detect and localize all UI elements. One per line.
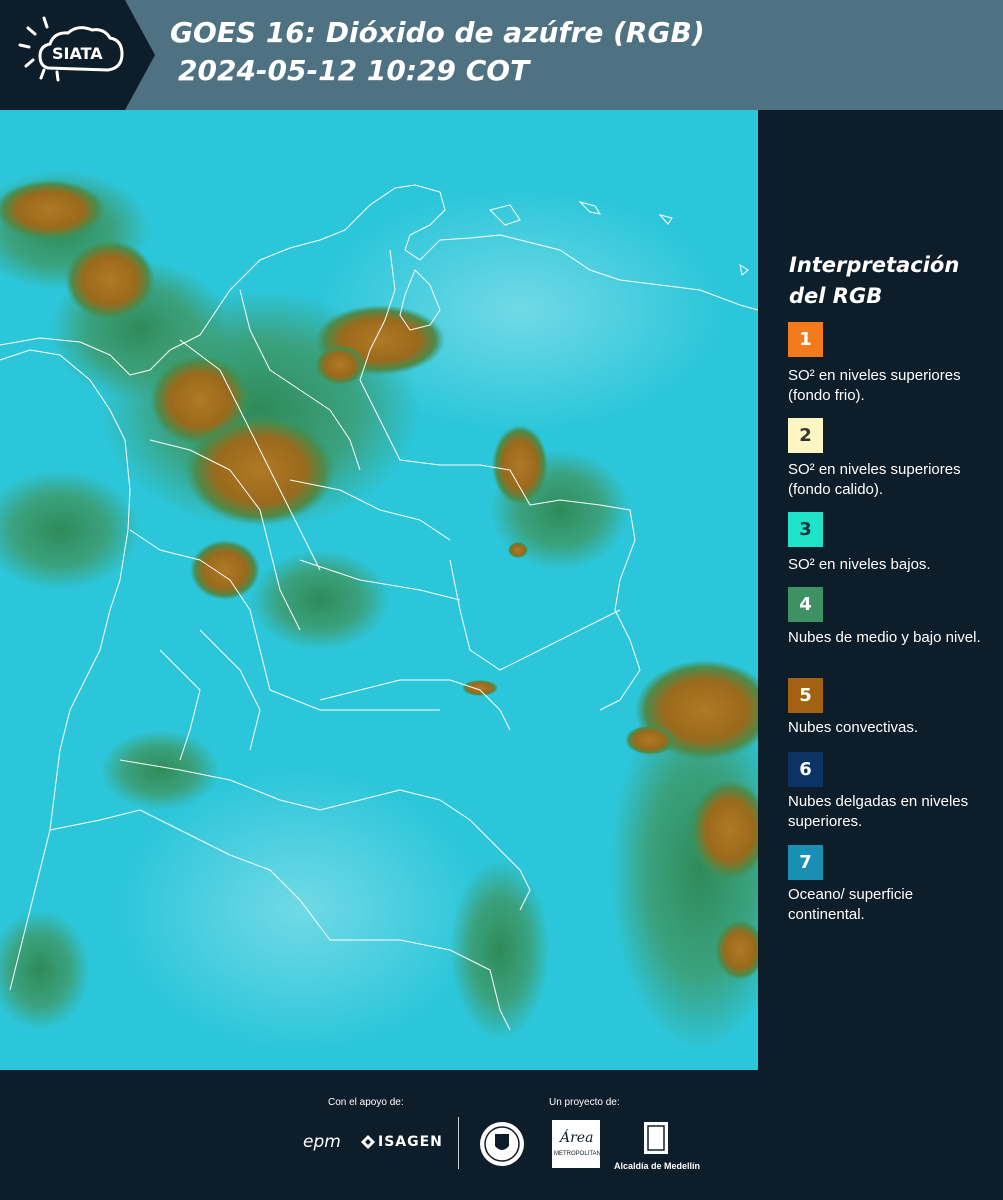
legend-label-5: Nubes convectivas. <box>788 719 919 736</box>
legend-label-6: Nubes delgadas en niveles superiores. <box>788 793 969 830</box>
cloud-convective <box>508 542 528 558</box>
cloud-convective <box>185 415 335 525</box>
page-title: GOES 16: Dióxido de azúfre (RGB) <box>170 16 705 49</box>
cloud-low <box>450 860 550 1040</box>
cloud-convective <box>625 725 675 755</box>
area-logo-text: Área <box>560 1130 594 1146</box>
project-label: Un proyecto de: <box>549 1097 620 1108</box>
alcaldia-shield-icon <box>642 1120 670 1163</box>
cloud-convective <box>315 345 365 385</box>
legend-label-3: SO² en niveles bajos. <box>788 556 931 573</box>
cloud-low <box>250 550 390 650</box>
cloud-convective <box>190 540 260 600</box>
siata-logo: SIATA <box>0 0 155 110</box>
legend-swatch-4: 4 <box>788 587 823 622</box>
legend-swatch-7: 7 <box>788 845 823 880</box>
header-bar: SIATA GOES 16: Dióxido de azúfre (RGB) 2… <box>0 0 1003 110</box>
epm-logo: epm <box>303 1132 341 1152</box>
legend-swatch-1: 1 <box>788 322 823 357</box>
timestamp: 2024-05-12 10:29 COT <box>178 54 530 87</box>
cloud-convective <box>0 180 105 240</box>
isagen-logo: ISAGEN <box>378 1134 443 1150</box>
legend-swatch-3: 3 <box>788 512 823 547</box>
legend-swatch-5: 5 <box>788 678 823 713</box>
footer-bar: Con el apoyo de: Un proyecto de: epm ISA… <box>0 1070 1003 1200</box>
cloud-convective <box>462 680 498 696</box>
isagen-icon <box>360 1134 376 1155</box>
legend-label-4: Nubes de medio y bajo nivel. <box>788 629 981 646</box>
legend-title-line2: del RGB <box>789 284 883 308</box>
area-logo-subtext: METROPOLITANA <box>554 1151 605 1157</box>
legend-swatch-6: 6 <box>788 752 823 787</box>
alcaldia-logo-text: Alcaldía de Medellín <box>614 1161 701 1171</box>
cloud-convective <box>65 240 155 320</box>
cloud-low <box>100 730 220 810</box>
logo-text: SIATA <box>52 44 103 63</box>
legend-title: Interpretación del RGB <box>789 250 989 312</box>
cloud-convective <box>492 425 548 505</box>
support-label: Con el apoyo de: <box>328 1097 404 1108</box>
legend-label-1: SO² en niveles superiores (fondo frio). <box>788 367 961 404</box>
legend-label-7: Oceano/ superficie continental. <box>788 886 914 923</box>
footer-divider <box>458 1117 459 1169</box>
legend-label-2: SO² en niveles superiores (fondo calido)… <box>788 461 961 498</box>
medellin-seal-icon <box>478 1120 526 1173</box>
legend-panel: Interpretación del RGB 1 SO² en niveles s… <box>758 110 1003 1070</box>
haze <box>120 770 480 1050</box>
satellite-map <box>0 110 758 1070</box>
legend-title-line1: Interpretación <box>789 253 960 277</box>
area-metropolitana-logo: Área METROPOLITANA <box>552 1120 605 1168</box>
legend-swatch-2: 2 <box>788 418 823 453</box>
